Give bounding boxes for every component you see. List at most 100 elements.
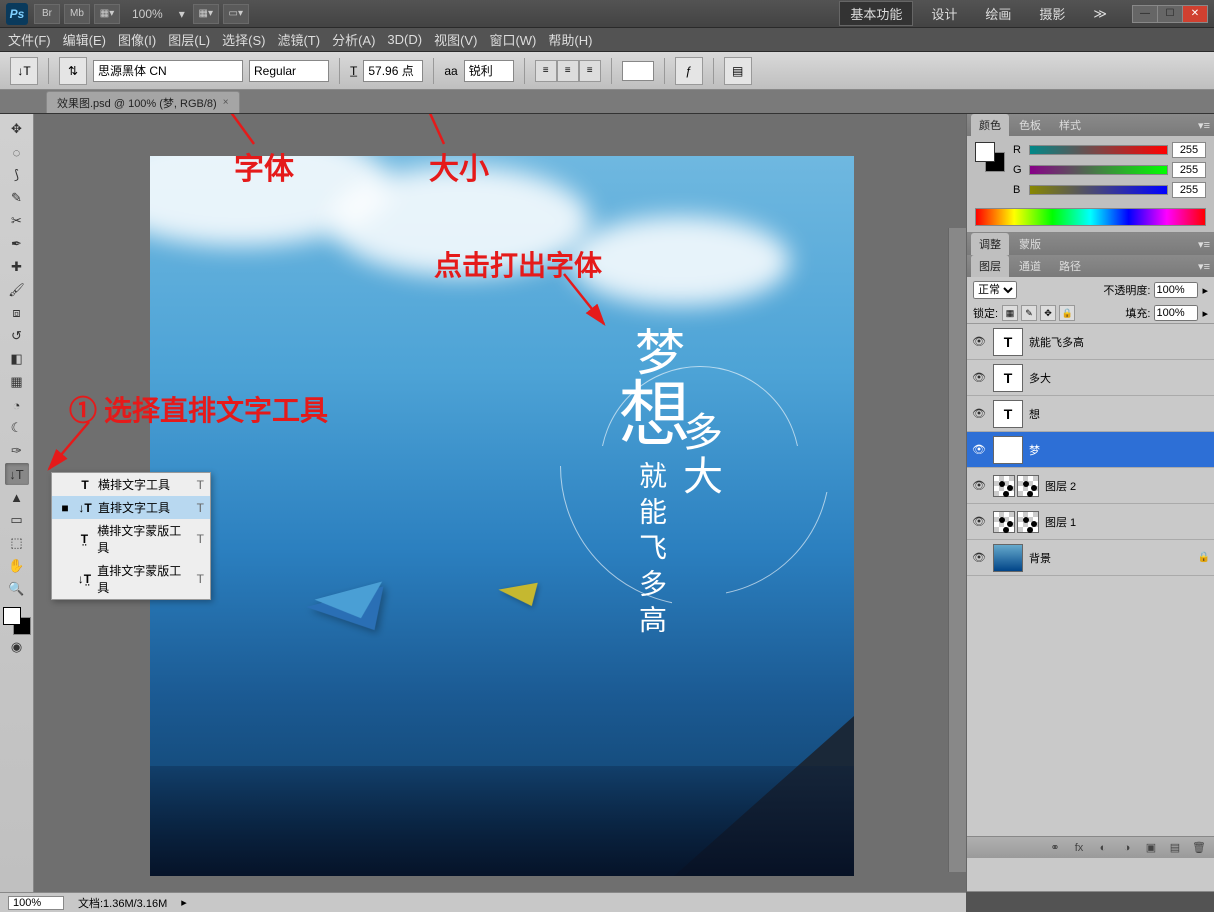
- layer-group-icon[interactable]: ▣: [1142, 841, 1160, 854]
- r-slider[interactable]: [1029, 145, 1168, 155]
- g-slider[interactable]: [1029, 165, 1168, 175]
- canvas-text-jiuneng[interactable]: 就能飞多高: [630, 461, 670, 641]
- warp-text-button[interactable]: ƒ: [675, 57, 703, 85]
- fill-input[interactable]: [1154, 305, 1198, 321]
- flyout-vertical-type[interactable]: ■ ↓T 直排文字工具 T: [52, 496, 210, 519]
- canvas-text-meng[interactable]: 梦: [620, 326, 692, 376]
- document-tab-close[interactable]: ×: [223, 97, 229, 108]
- panel-dock-strip[interactable]: [948, 228, 966, 872]
- window-close[interactable]: ✕: [1182, 5, 1208, 23]
- healing-tool[interactable]: ✚: [5, 256, 29, 278]
- blur-tool[interactable]: ◔: [5, 394, 29, 416]
- brush-tool[interactable]: 🖌: [5, 279, 29, 301]
- r-input[interactable]: [1172, 142, 1206, 158]
- dodge-tool[interactable]: ☾: [5, 417, 29, 439]
- workspace-more-icon[interactable]: ≫: [1083, 4, 1117, 24]
- menu-file[interactable]: 文件(F): [8, 30, 51, 49]
- link-layers-icon[interactable]: ⚭: [1046, 841, 1064, 854]
- quick-select-tool[interactable]: ✎: [5, 187, 29, 209]
- workspace-essentials[interactable]: 基本功能: [839, 1, 913, 26]
- menu-image[interactable]: 图像(I): [118, 30, 156, 49]
- font-size-select[interactable]: [363, 60, 423, 82]
- status-zoom-input[interactable]: 100%: [8, 896, 64, 910]
- visibility-icon[interactable]: 👁: [971, 551, 987, 564]
- eyedropper-tool[interactable]: ✒: [5, 233, 29, 255]
- lock-paint-icon[interactable]: ✎: [1021, 305, 1037, 321]
- align-right[interactable]: ≡: [579, 60, 601, 82]
- visibility-icon[interactable]: 👁: [971, 479, 987, 492]
- adjustment-layer-icon[interactable]: ◑: [1118, 842, 1136, 854]
- crop-tool[interactable]: ✂: [5, 210, 29, 232]
- tab-channels[interactable]: 通道: [1011, 255, 1049, 277]
- lock-all-icon[interactable]: 🔒: [1059, 305, 1075, 321]
- layer-name[interactable]: 就能飞多高: [1029, 334, 1210, 350]
- menu-view[interactable]: 视图(V): [434, 30, 477, 49]
- tab-paths[interactable]: 路径: [1051, 255, 1089, 277]
- layer-row[interactable]: 👁T多大: [967, 360, 1214, 396]
- visibility-icon[interactable]: 👁: [971, 335, 987, 348]
- status-docinfo[interactable]: 文档:1.36M/3.16M: [78, 895, 167, 911]
- type-tool[interactable]: ↓T: [5, 463, 29, 485]
- opacity-input[interactable]: [1154, 282, 1198, 298]
- menu-select[interactable]: 选择(S): [222, 30, 265, 49]
- visibility-icon[interactable]: 👁: [971, 515, 987, 528]
- move-tool[interactable]: ✥: [5, 118, 29, 140]
- layer-row[interactable]: 👁图层 2: [967, 468, 1214, 504]
- new-layer-icon[interactable]: ▤: [1166, 841, 1184, 854]
- workspace-painting[interactable]: 绘画: [975, 2, 1021, 25]
- align-center[interactable]: ≡: [557, 60, 579, 82]
- b-input[interactable]: [1172, 182, 1206, 198]
- view-extras-button[interactable]: ▦▾: [94, 4, 120, 24]
- delete-layer-icon[interactable]: 🗑: [1190, 841, 1208, 854]
- quick-mask-tool[interactable]: ◉: [5, 636, 29, 658]
- bridge-button[interactable]: Br: [34, 4, 60, 24]
- panel-fgbg[interactable]: [975, 142, 1005, 172]
- window-minimize[interactable]: —: [1132, 5, 1158, 23]
- menu-3d[interactable]: 3D(D): [387, 32, 422, 47]
- flyout-horizontal-type[interactable]: T 横排文字工具 T: [52, 473, 210, 496]
- text-orientation-toggle[interactable]: ⇅: [59, 57, 87, 85]
- lock-transparency-icon[interactable]: ▦: [1002, 305, 1018, 321]
- character-panel-button[interactable]: ▤: [724, 57, 752, 85]
- tab-layers[interactable]: 图层: [971, 255, 1009, 277]
- font-family-select[interactable]: [93, 60, 243, 82]
- layer-name[interactable]: 背景: [1029, 550, 1192, 566]
- pen-tool[interactable]: ✑: [5, 440, 29, 462]
- layer-row[interactable]: 👁T梦: [967, 432, 1214, 468]
- eraser-tool[interactable]: ◧: [5, 348, 29, 370]
- visibility-icon[interactable]: 👁: [971, 371, 987, 384]
- tab-adjustments[interactable]: 调整: [971, 233, 1009, 255]
- minibridge-button[interactable]: Mb: [64, 4, 90, 24]
- color-spectrum[interactable]: [975, 208, 1206, 226]
- document-tab[interactable]: 效果图.psd @ 100% (梦, RGB/8) ×: [46, 91, 240, 113]
- menu-window[interactable]: 窗口(W): [489, 30, 536, 49]
- tool-preset-icon[interactable]: ↓T: [10, 57, 38, 85]
- panel-menu-icon[interactable]: ▾≡: [1198, 119, 1210, 132]
- zoom-tool[interactable]: 🔍: [5, 578, 29, 600]
- lock-position-icon[interactable]: ✥: [1040, 305, 1056, 321]
- g-input[interactable]: [1172, 162, 1206, 178]
- antialias-select[interactable]: [464, 60, 514, 82]
- align-left[interactable]: ≡: [535, 60, 557, 82]
- flyout-horizontal-mask[interactable]: T̤ 横排文字蒙版工具 T: [52, 519, 210, 559]
- text-color-swatch[interactable]: [622, 61, 654, 81]
- workspace-design[interactable]: 设计: [921, 2, 967, 25]
- status-arrow-icon[interactable]: ▸: [181, 896, 187, 909]
- marquee-tool[interactable]: ◌: [5, 141, 29, 163]
- b-slider[interactable]: [1029, 185, 1168, 195]
- layer-name[interactable]: 想: [1029, 406, 1210, 422]
- flyout-vertical-mask[interactable]: ↓T̤ 直排文字蒙版工具 T: [52, 559, 210, 599]
- menu-edit[interactable]: 编辑(E): [63, 30, 106, 49]
- workspace-photography[interactable]: 摄影: [1029, 2, 1075, 25]
- color-fg-bg[interactable]: [3, 607, 31, 635]
- window-maximize[interactable]: ☐: [1157, 5, 1183, 23]
- layer-name[interactable]: 图层 1: [1045, 514, 1210, 530]
- canvas-text-duoda[interactable]: 多大: [670, 411, 728, 499]
- blend-mode-select[interactable]: 正常: [973, 281, 1017, 299]
- fg-color[interactable]: [3, 607, 21, 625]
- visibility-icon[interactable]: 👁: [971, 407, 987, 420]
- layer-name[interactable]: 多大: [1029, 370, 1210, 386]
- font-style-select[interactable]: [249, 60, 329, 82]
- opacity-arrow-icon[interactable]: ▸: [1202, 284, 1208, 297]
- layer-name[interactable]: 梦: [1029, 442, 1210, 458]
